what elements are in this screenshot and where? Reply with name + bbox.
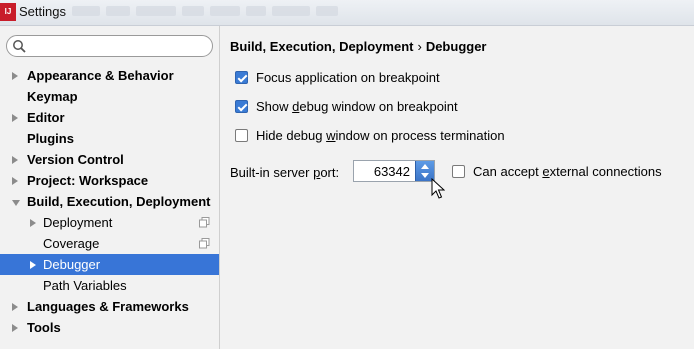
breadcrumb-separator: › — [417, 39, 422, 54]
sidebar-item-project-workspace[interactable]: Project: Workspace — [0, 170, 219, 191]
expand-arrow-icon[interactable] — [12, 72, 18, 80]
mouse-cursor-icon — [431, 178, 445, 199]
window-title: Settings — [19, 4, 66, 19]
expand-arrow-icon[interactable] — [12, 177, 18, 185]
sidebar-item-label: Project: Workspace — [27, 173, 149, 188]
sidebar-item-tools[interactable]: Tools — [0, 317, 219, 338]
sidebar-item-languages-frameworks[interactable]: Languages & Frameworks — [0, 296, 219, 317]
sidebar-item-label: Path Variables — [43, 278, 127, 293]
settings-tree: Appearance & Behavior Keymap Editor Plug… — [0, 65, 219, 338]
spinner-down-icon[interactable] — [421, 173, 429, 178]
expand-arrow-icon[interactable] — [30, 219, 36, 227]
sidebar-item-label: Appearance & Behavior — [27, 68, 174, 83]
breadcrumb-current: Debugger — [425, 39, 487, 54]
sidebar-item-label: Deployment — [43, 215, 113, 230]
search-box[interactable] — [6, 35, 213, 57]
title-bar: IJ Settings — [0, 0, 694, 26]
breadcrumb: Build, Execution, Deployment › Debugger — [230, 39, 486, 54]
project-settings-icon — [199, 217, 210, 228]
expand-arrow-icon[interactable] — [12, 156, 18, 164]
project-settings-icon — [199, 238, 210, 249]
show-debug-window-checkbox[interactable] — [235, 100, 248, 113]
sidebar-item-label: Debugger — [43, 257, 101, 272]
external-connections-checkbox[interactable] — [452, 165, 465, 178]
show-debug-window-label[interactable]: Show debug window on breakpoint — [256, 98, 458, 116]
sidebar-item-label: Plugins — [27, 131, 74, 146]
search-icon — [13, 40, 26, 53]
expand-arrow-icon[interactable] — [12, 303, 18, 311]
sidebar-item-coverage[interactable]: Coverage — [0, 233, 219, 254]
server-port-label: Built-in server port: — [230, 165, 340, 180]
background-menu — [72, 6, 338, 18]
sidebar-item-editor[interactable]: Editor — [0, 107, 219, 128]
spinner-up-icon[interactable] — [421, 164, 429, 169]
sidebar-item-label: Editor — [27, 110, 65, 125]
expand-arrow-icon[interactable] — [12, 324, 18, 332]
breadcrumb-parent: Build, Execution, Deployment — [230, 39, 414, 54]
sidebar-item-plugins[interactable]: Plugins — [0, 128, 219, 149]
settings-sidebar: Appearance & Behavior Keymap Editor Plug… — [0, 26, 220, 349]
sidebar-item-label: Coverage — [43, 236, 100, 251]
sidebar-item-keymap[interactable]: Keymap — [0, 86, 219, 107]
sidebar-item-label: Tools — [27, 320, 61, 335]
external-connections-label[interactable]: Can accept external connections — [473, 163, 662, 181]
sidebar-item-build-execution-deployment[interactable]: Build, Execution, Deployment — [0, 191, 219, 212]
focus-on-breakpoint-checkbox[interactable] — [235, 71, 248, 84]
sidebar-item-debugger[interactable]: Debugger — [0, 254, 219, 275]
app-icon: IJ — [0, 3, 16, 21]
expand-arrow-icon[interactable] — [12, 114, 18, 122]
sidebar-item-deployment[interactable]: Deployment — [0, 212, 219, 233]
sidebar-item-appearance-behavior[interactable]: Appearance & Behavior — [0, 65, 219, 86]
hide-debug-window-checkbox[interactable] — [235, 129, 248, 142]
sidebar-item-label: Keymap — [27, 89, 78, 104]
server-port-input[interactable]: 63342 — [374, 164, 410, 179]
expand-arrow-icon[interactable] — [30, 261, 36, 269]
debugger-settings-panel: Build, Execution, Deployment › Debugger Fo… — [220, 26, 694, 349]
focus-on-breakpoint-label[interactable]: Focus application on breakpoint — [256, 69, 440, 87]
sidebar-item-path-variables[interactable]: Path Variables — [0, 275, 219, 296]
sidebar-item-version-control[interactable]: Version Control — [0, 149, 219, 170]
search-input[interactable] — [29, 38, 204, 53]
sidebar-item-label: Build, Execution, Deployment — [27, 194, 211, 209]
sidebar-item-label: Version Control — [27, 152, 124, 167]
hide-debug-window-label[interactable]: Hide debug window on process termination — [256, 127, 505, 145]
collapse-arrow-icon[interactable] — [12, 200, 20, 206]
server-port-spinner[interactable]: 63342 — [353, 160, 435, 182]
sidebar-item-label: Languages & Frameworks — [27, 299, 189, 314]
